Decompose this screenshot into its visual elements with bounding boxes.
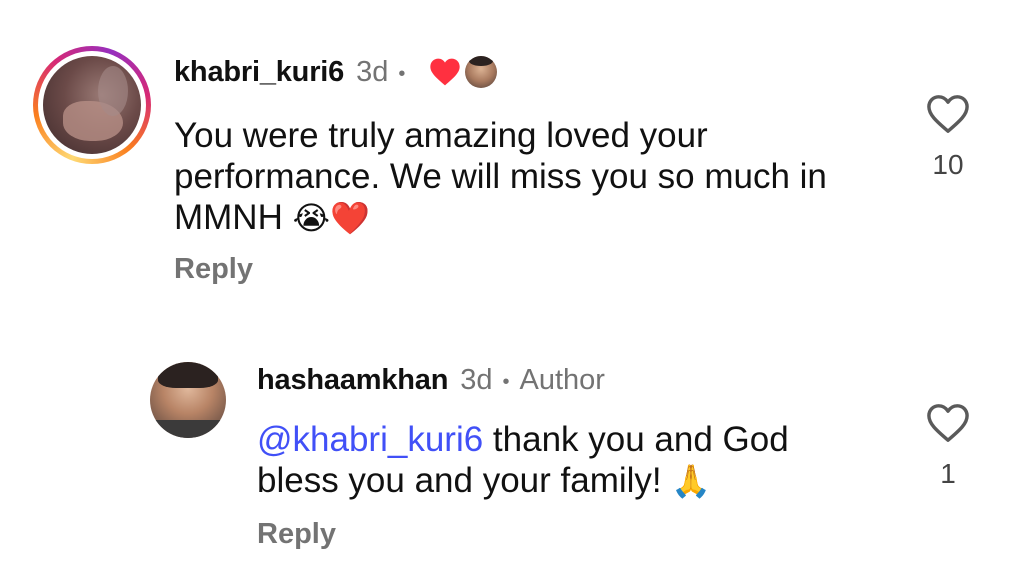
heart-filled-icon xyxy=(430,58,461,86)
comment-header: khabri_kuri6 3d • xyxy=(174,52,498,92)
comment: khabri_kuri6 3d • You were truly amazing… xyxy=(0,0,1024,310)
emoji: 🙏 xyxy=(671,462,712,500)
avatar-ring-inner xyxy=(38,51,146,159)
heart-outline-icon[interactable] xyxy=(925,93,971,135)
like-control: 10 xyxy=(923,93,973,181)
comment-text: @khabri_kuri6 thank you and God bless yo… xyxy=(257,419,877,502)
avatar-detail xyxy=(158,362,218,388)
avatar xyxy=(43,56,141,154)
username[interactable]: khabri_kuri6 xyxy=(174,56,344,89)
like-control: 1 xyxy=(923,402,973,490)
timestamp: 3d xyxy=(356,55,389,88)
reply-comment: hashaamkhan 3d • Author @khabri_kuri6 th… xyxy=(0,340,1024,572)
avatar-detail xyxy=(98,66,128,116)
comment-text: You were truly amazing loved your perfor… xyxy=(174,115,874,239)
like-count: 10 xyxy=(932,149,964,180)
timestamp: 3d xyxy=(460,363,493,396)
username[interactable]: hashaamkhan xyxy=(257,364,448,397)
separator-dot: • xyxy=(398,62,406,85)
reply-button[interactable]: Reply xyxy=(257,518,336,551)
mention-link[interactable]: @khabri_kuri6 xyxy=(257,420,483,459)
avatar-story-ring[interactable] xyxy=(33,46,151,164)
reply-button[interactable]: Reply xyxy=(174,253,253,286)
like-count: 1 xyxy=(940,458,956,489)
comment-header: hashaamkhan 3d • Author xyxy=(257,360,605,400)
separator-dot: • xyxy=(502,370,510,393)
author-avatar xyxy=(465,56,498,88)
author-badge: Author xyxy=(519,363,605,396)
comment-body: You were truly amazing loved your perfor… xyxy=(174,116,827,237)
heart-outline-icon[interactable] xyxy=(925,402,971,444)
avatar[interactable] xyxy=(150,362,226,438)
emoji: 😭❤️ xyxy=(292,199,370,237)
avatar-detail xyxy=(150,420,226,438)
